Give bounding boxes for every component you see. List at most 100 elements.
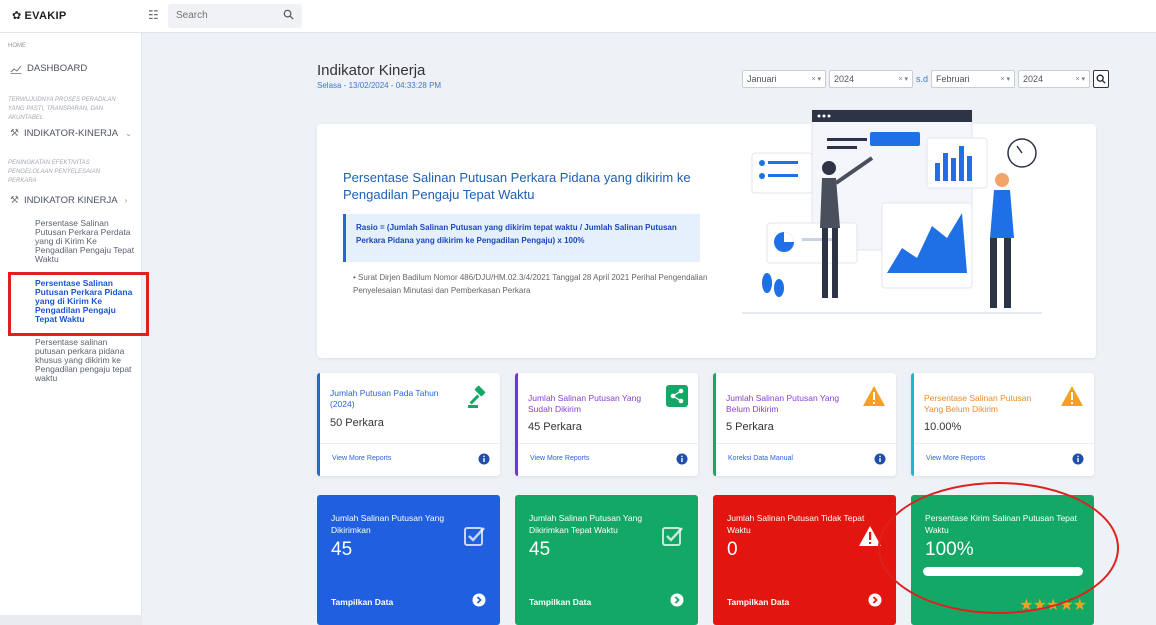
info-icon[interactable] [676, 453, 688, 465]
analytics-illustration [742, 109, 1042, 314]
chart-line-icon [10, 65, 22, 74]
show-data-button[interactable]: Tampilkan Data [727, 597, 789, 607]
logo-icon: ✿ [12, 10, 22, 22]
star-icon: ★ [1045, 597, 1060, 614]
clear-dropdown-icon[interactable]: × ▾ [811, 75, 821, 83]
metric-card-title: Jumlah Salinan Putusan Yang Dikirimkan [331, 513, 445, 535]
stat-card-total-putusan: Jumlah Putusan Pada Tahun (2024) 50 Perk… [317, 373, 500, 476]
sidebar-section-heading: PENINGKATAN EFEKTIVITAS PENGELOLAAN PENY… [8, 160, 101, 184]
app-name: EVAKIP [24, 10, 67, 22]
clear-dropdown-icon[interactable]: × ▾ [1075, 75, 1085, 83]
hero-title: Persentase Salinan Putusan Perkara Pidan… [343, 170, 691, 202]
stat-card-sudah-dikirim: Jumlah Salinan Putusan Yang Sudah Dikiri… [515, 373, 698, 476]
stat-card-title: Jumlah Salinan Putusan Yang Belum Dikiri… [726, 393, 840, 414]
view-more-link[interactable]: View More Reports [926, 455, 985, 462]
app-logo[interactable]: ✿ EVAKIP [12, 9, 66, 22]
gavel-icon [468, 385, 486, 408]
checkbox-icon [464, 527, 485, 546]
to-year-select[interactable]: 2024 × ▾ [1018, 70, 1091, 88]
sidebar-item-dashboard[interactable]: DASHBOARD [10, 63, 87, 74]
tools-icon: ⚒ [10, 128, 19, 139]
sidebar-item-indikator-kinerja-1[interactable]: ⚒ INDIKATOR-KINERJA ⌄ [10, 128, 132, 139]
metric-card-title: Jumlah Salinan Putusan Yang Dikirimkan T… [529, 513, 643, 535]
page-datetime: Selasa - 13/02/2024 - 04:33:28 PM [317, 81, 442, 90]
range-separator: s.d [916, 74, 929, 84]
sidebar-home-label: HOME [8, 43, 26, 49]
stat-card-value: 10.00% [924, 421, 962, 433]
sidebar-footer [0, 615, 142, 625]
show-data-button[interactable]: Tampilkan Data [529, 597, 591, 607]
sidebar-subitem-perdata[interactable]: Persentase Salinan Putusan Perkara Perda… [35, 219, 135, 264]
clear-dropdown-icon[interactable]: × ▾ [898, 75, 908, 83]
share-icon [666, 385, 688, 407]
select-value: Januari [747, 74, 777, 84]
select-value: Februari [936, 74, 970, 84]
progress-bar-fill [923, 567, 1083, 576]
card-divider [914, 443, 1094, 444]
stat-card-value: 5 Perkara [726, 421, 774, 433]
stat-card-value: 45 Perkara [528, 421, 582, 433]
stat-card-belum-dikirim: Jumlah Salinan Putusan Yang Belum Dikiri… [713, 373, 896, 476]
stat-card-title: Jumlah Salinan Putusan Yang Sudah Dikiri… [528, 393, 642, 414]
clear-dropdown-icon[interactable]: × ▾ [1000, 75, 1010, 83]
reference-note: • Surat Dirjen Badilum Nomor 486/DJU/HM.… [353, 273, 708, 295]
from-year-select[interactable]: 2024 × ▾ [829, 70, 913, 88]
info-icon[interactable] [874, 453, 886, 465]
stat-card-title: Jumlah Putusan Pada Tahun (2024) [330, 388, 439, 409]
to-month-select[interactable]: Februari × ▾ [931, 70, 1016, 88]
info-icon[interactable] [1072, 453, 1084, 465]
metric-card-dikirimkan: Jumlah Salinan Putusan Yang Dikirimkan 4… [317, 495, 500, 625]
arrow-right-circle-icon[interactable] [472, 593, 486, 607]
date-filter: Januari × ▾ 2024 × ▾ s.d Februari × ▾ 2024 ×… [742, 70, 1110, 88]
sidebar-item-label: DASHBOARD [27, 63, 88, 74]
filter-search-button[interactable] [1093, 70, 1110, 88]
arrow-right-circle-icon[interactable] [670, 593, 684, 607]
metric-card-tidak-tepat-waktu: Jumlah Salinan Putusan Tidak Tepat Waktu… [713, 495, 896, 625]
warning-icon [1061, 386, 1083, 406]
reference-note-text: Surat Dirjen Badilum Nomor 486/DJU/HM.02… [353, 273, 708, 295]
select-value: 2024 [834, 74, 855, 84]
show-data-button[interactable]: Tampilkan Data [331, 597, 393, 607]
metric-card-value: 100% [925, 539, 974, 560]
tools-icon: ⚒ [10, 195, 19, 206]
chevron-right-icon: › [124, 196, 128, 205]
search-icon [1096, 74, 1106, 84]
star-icon: ★ [1032, 597, 1047, 614]
top-bar: ✿ EVAKIP ☷ [0, 0, 1156, 33]
checkbox-icon [662, 527, 683, 546]
sidebar-item-label: INDIKATOR KINERJA [23, 195, 118, 206]
sidebar-item-label: INDIKATOR-KINERJA [23, 128, 119, 139]
card-divider [518, 443, 698, 444]
progress-bar [923, 567, 1083, 576]
sidebar-item-indikator-kinerja-2[interactable]: ⚒ INDIKATOR KINERJA › [10, 195, 127, 206]
view-more-link[interactable]: View More Reports [332, 455, 391, 462]
from-month-select[interactable]: Januari × ▾ [742, 70, 826, 88]
search-box [168, 4, 302, 28]
metric-card-title: Persentase Kirim Salinan Putusan Tepat W… [925, 513, 1077, 535]
card-divider [716, 443, 896, 444]
stat-card-persentase-belum: Persentase Salinan Putusan Yang Belum Di… [911, 373, 1094, 476]
page-title: Indikator Kinerja [317, 62, 426, 79]
search-icon[interactable] [283, 9, 294, 20]
grid-menu-icon[interactable]: ☷ [148, 8, 159, 22]
stat-card-value: 50 Perkara [330, 417, 384, 429]
star-icon: ★ [1059, 597, 1073, 614]
view-more-link[interactable]: View More Reports [530, 455, 589, 462]
metric-card-tepat-waktu: Jumlah Salinan Putusan Yang Dikirimkan T… [515, 495, 698, 625]
select-value: 2024 [1023, 74, 1044, 84]
star-icon: ★ [1072, 597, 1087, 614]
sidebar-subitem-pidana-khusus[interactable]: Persentase salinan putusan perkara pidan… [35, 338, 135, 383]
arrow-right-circle-icon[interactable] [868, 593, 882, 607]
ratio-formula: Rasio = (Jumlah Salinan Putusan yang dik… [343, 214, 700, 262]
highlight-box [8, 272, 149, 336]
metric-card-persentase-tepat-waktu: Persentase Kirim Salinan Putusan Tepat W… [911, 495, 1094, 625]
star-icon: ★ [1019, 597, 1033, 614]
info-icon[interactable] [478, 453, 490, 465]
metric-card-value: 0 [727, 539, 738, 560]
rating-stars: ★★★★★ [1019, 595, 1087, 615]
metric-card-value: 45 [529, 539, 551, 560]
search-input[interactable] [168, 4, 278, 27]
stat-card-title: Persentase Salinan Putusan Yang Belum Di… [924, 393, 1032, 414]
koreksi-data-link[interactable]: Koreksi Data Manual [728, 455, 793, 462]
card-divider [320, 443, 500, 444]
